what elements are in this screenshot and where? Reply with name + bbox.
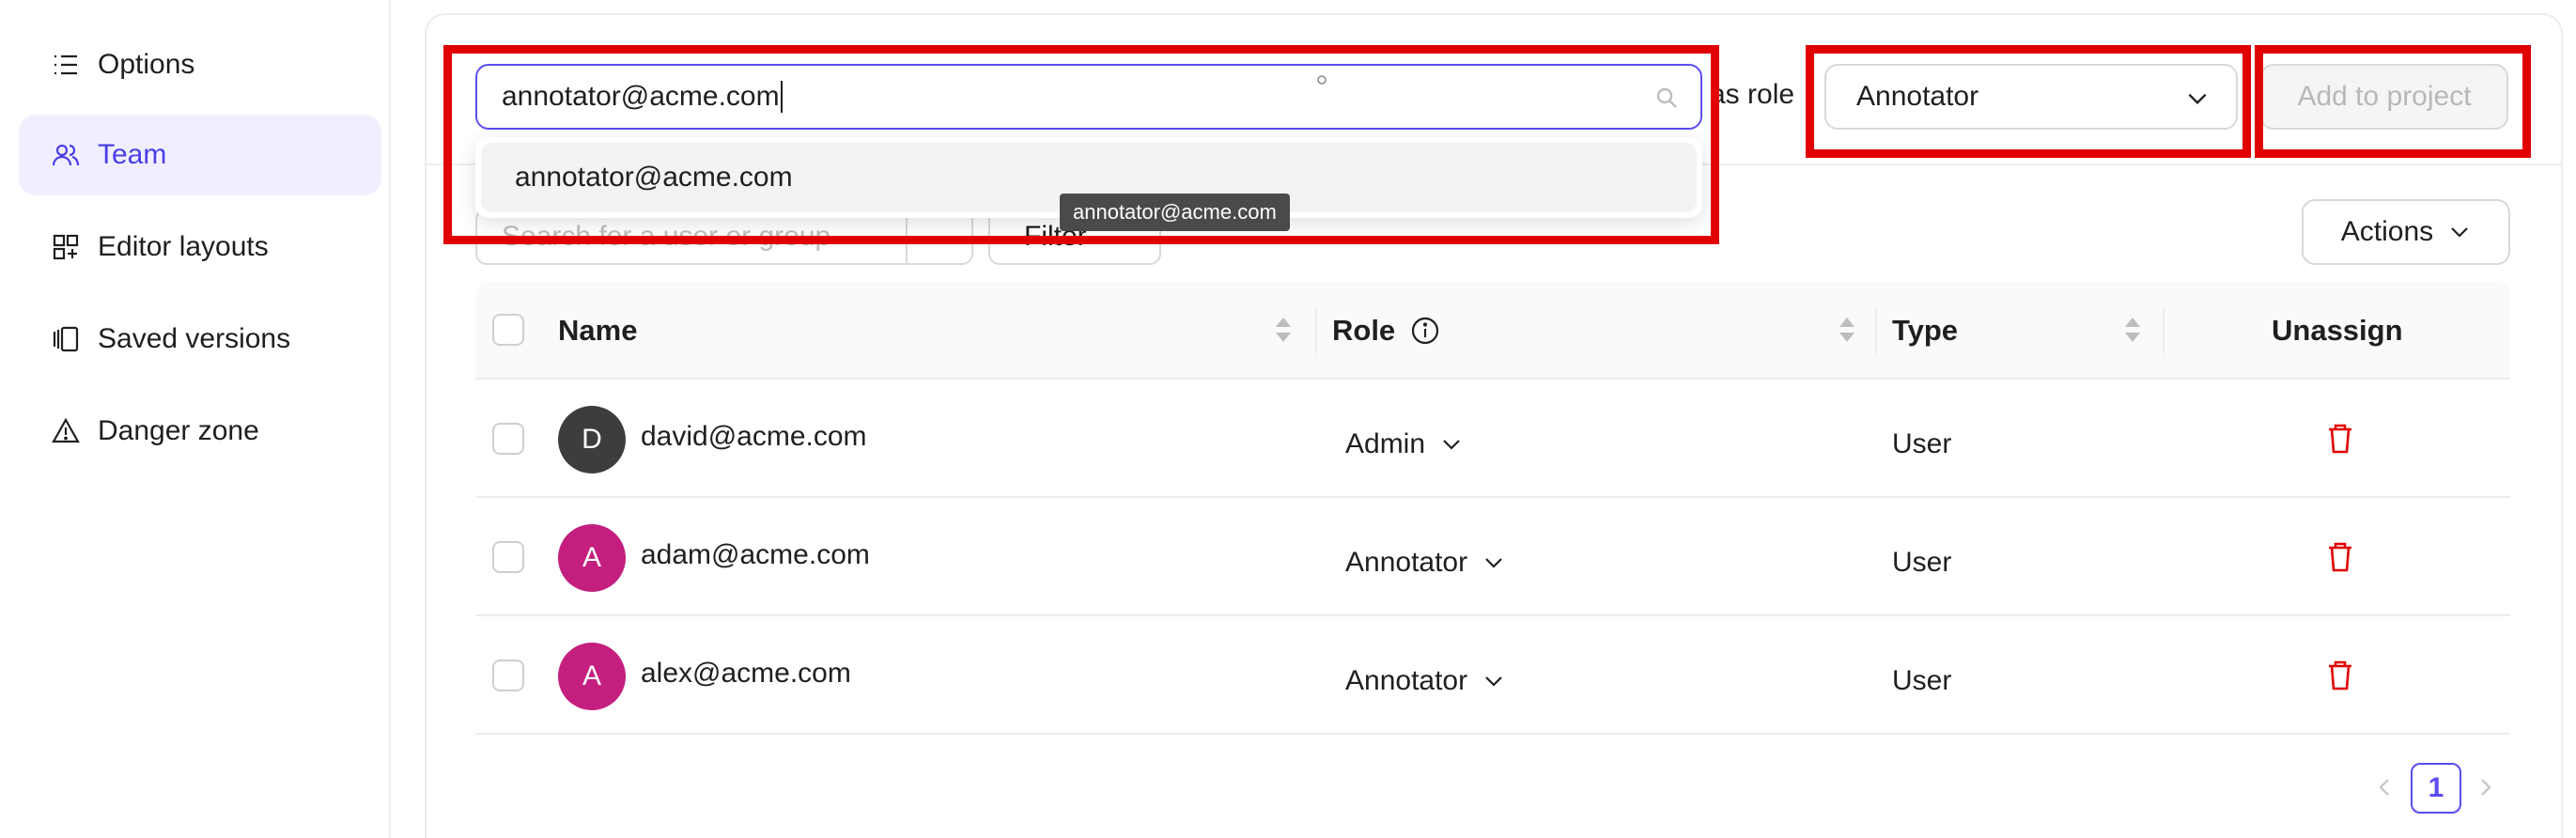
- warning-icon: [51, 416, 81, 446]
- column-header-type[interactable]: Type: [1892, 282, 1958, 380]
- column-separator: [1875, 308, 1877, 353]
- table-header: Name Role Type Unassign: [475, 282, 2510, 380]
- sidebar-item-label: Team: [98, 139, 167, 170]
- sidebar-item-saved-versions[interactable]: Saved versions: [19, 299, 381, 380]
- column-separator: [1315, 308, 1317, 353]
- sidebar-item-team[interactable]: Team: [19, 115, 381, 195]
- role-dropdown[interactable]: Admin: [1345, 428, 1463, 460]
- trash-icon[interactable]: [2322, 658, 2358, 693]
- role-dropdown[interactable]: Annotator: [1345, 665, 1505, 697]
- sidebar-item-label: Editor layouts: [98, 231, 269, 262]
- trash-icon[interactable]: [2322, 421, 2358, 457]
- list-icon: [51, 50, 81, 80]
- role-dropdown[interactable]: Annotator: [1345, 547, 1505, 579]
- actions-button[interactable]: Actions: [2302, 199, 2510, 265]
- sidebar-item-label: Danger zone: [98, 415, 259, 446]
- row-checkbox[interactable]: [492, 541, 524, 573]
- table-row: A alex@acme.com Annotator User: [475, 616, 2510, 735]
- sort-icon[interactable]: [1274, 314, 1293, 346]
- sidebar-item-options[interactable]: Options: [19, 24, 381, 105]
- chevron-left-icon[interactable]: [2371, 774, 2398, 800]
- sidebar: Options Team Editor layouts Saved versio…: [0, 0, 391, 838]
- add-to-project-button[interactable]: Add to project: [2260, 64, 2508, 130]
- column-separator: [2163, 308, 2165, 353]
- member-email: david@acme.com: [641, 421, 867, 452]
- sidebar-item-editor-layouts[interactable]: Editor layouts: [19, 207, 381, 287]
- email-input[interactable]: annotator@acme.com: [475, 64, 1702, 130]
- layout-icon: [51, 232, 81, 262]
- page-number[interactable]: 1: [2411, 763, 2461, 814]
- email-tooltip: annotator@acme.com: [1060, 194, 1290, 231]
- table-row: D david@acme.com Admin User: [475, 380, 2510, 498]
- chevron-down-icon: [2188, 93, 2207, 105]
- role-select[interactable]: Annotator: [1824, 64, 2238, 130]
- info-icon[interactable]: [1410, 316, 1440, 346]
- avatar: A: [558, 524, 626, 592]
- search-divider: [906, 210, 908, 263]
- column-header-name[interactable]: Name: [558, 282, 637, 380]
- chevron-right-icon[interactable]: [2473, 774, 2499, 800]
- member-type: User: [1892, 665, 1952, 696]
- search-icon: [1656, 87, 1677, 108]
- select-all-checkbox[interactable]: [492, 314, 524, 346]
- member-type: User: [1892, 428, 1952, 459]
- sidebar-item-danger-zone[interactable]: Danger zone: [19, 391, 381, 472]
- sidebar-item-label: Saved versions: [98, 323, 291, 354]
- sidebar-item-label: Options: [98, 49, 195, 80]
- table-row: A adam@acme.com Annotator User: [475, 498, 2510, 616]
- sort-icon[interactable]: [1838, 314, 1856, 346]
- members-table: Name Role Type Unassign D david@acme.com…: [475, 282, 2510, 735]
- text-caret: [780, 81, 783, 113]
- chevron-down-icon: [1485, 558, 1502, 568]
- chevron-down-icon: [2451, 227, 2468, 238]
- avatar: D: [558, 406, 626, 473]
- row-checkbox[interactable]: [492, 660, 524, 691]
- users-icon: [51, 140, 81, 170]
- member-email: alex@acme.com: [641, 658, 851, 689]
- versions-icon: [51, 324, 81, 354]
- column-header-unassign: Unassign: [2272, 314, 2403, 347]
- member-type: User: [1892, 547, 1952, 578]
- as-role-label: as role: [1710, 79, 1795, 110]
- chevron-down-icon: [1443, 440, 1460, 450]
- chevron-down-icon: [1485, 676, 1502, 687]
- trash-icon[interactable]: [2322, 539, 2358, 575]
- mouse-cursor-icon: [1317, 75, 1327, 85]
- column-header-role[interactable]: Role: [1332, 282, 1440, 380]
- member-email: adam@acme.com: [641, 539, 870, 570]
- sort-icon[interactable]: [2123, 314, 2142, 346]
- row-checkbox[interactable]: [492, 423, 524, 455]
- avatar: A: [558, 643, 626, 710]
